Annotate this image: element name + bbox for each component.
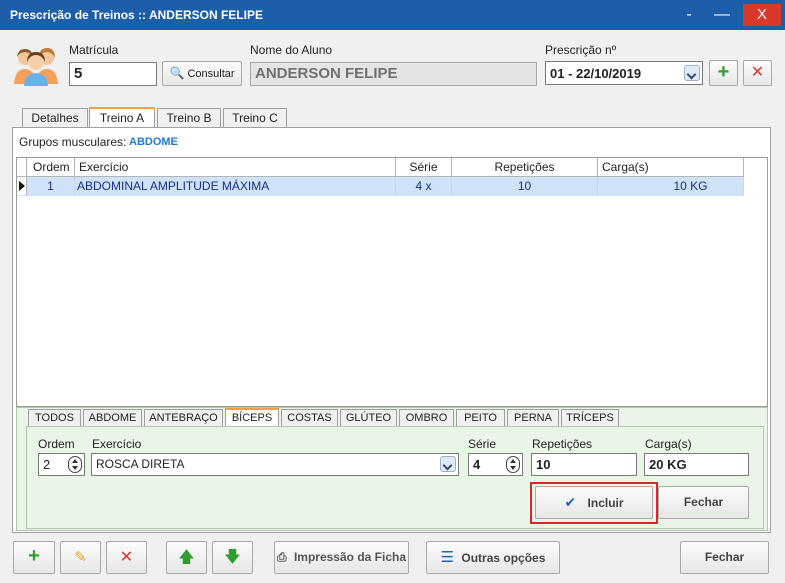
check-icon: ✔: [564, 494, 577, 510]
muscle-tab-biceps[interactable]: BÍCEPS: [225, 408, 279, 427]
search-icon: 🔍: [169, 66, 185, 80]
cell-ordem: 1: [27, 177, 75, 195]
tab-treino-c[interactable]: Treino C: [223, 108, 287, 128]
spin-arrows-icon[interactable]: [68, 456, 82, 473]
prescricao-select[interactable]: 01 - 22/10/2019: [545, 61, 703, 85]
carga-label: Carga(s): [645, 437, 692, 451]
form-fechar-button[interactable]: Fechar: [658, 486, 749, 519]
tab-treino-b[interactable]: Treino B: [157, 108, 221, 128]
title-bar: Prescrição de Treinos :: ANDERSON FELIPE…: [0, 0, 785, 30]
chevron-down-icon: [440, 456, 456, 472]
pencil-icon: ✎: [74, 549, 87, 566]
ordem-value: 2: [43, 457, 51, 472]
cell-repeticoes: 10: [452, 177, 598, 195]
edit-button[interactable]: ✎: [60, 541, 101, 574]
x-icon: ✕: [750, 64, 765, 81]
matricula-input[interactable]: 5: [69, 62, 157, 86]
matricula-label: Matrícula: [69, 43, 119, 57]
row-pointer-icon: [17, 177, 27, 195]
column-header-serie[interactable]: Série: [396, 158, 452, 177]
prescricao-value: 01 - 22/10/2019: [550, 66, 642, 81]
cell-serie: 4 x: [396, 177, 452, 195]
add-prescricao-button[interactable]: +: [709, 60, 738, 86]
exercicio-value: ROSCA DIRETA: [96, 457, 185, 471]
serie-label: Série: [468, 437, 497, 451]
incluir-label: Incluir: [587, 496, 624, 510]
fechar-button[interactable]: Fechar: [680, 541, 769, 574]
column-header-repeticoes[interactable]: Repetições: [452, 158, 598, 177]
delete-prescricao-button[interactable]: ✕: [743, 60, 772, 86]
cell-carga: 10 KG: [598, 177, 744, 195]
outras-label: Outras opções: [461, 551, 546, 565]
add-button[interactable]: +: [13, 541, 55, 574]
x-icon: ✕: [119, 549, 134, 566]
plus-icon: +: [717, 61, 730, 83]
printer-icon: ⎙: [277, 550, 287, 564]
outras-opcoes-button[interactable]: ☰ Outras opções: [426, 541, 560, 574]
plus-icon: +: [28, 545, 40, 567]
muscle-tab-costas[interactable]: COSTAS: [281, 409, 338, 427]
muscle-tab-peito[interactable]: PEITO: [456, 409, 505, 427]
exercicio-label: Exercício: [92, 437, 142, 451]
spin-arrows-icon[interactable]: [506, 456, 520, 473]
arrow-up-icon: 🡅: [178, 549, 195, 566]
column-header-exercicio[interactable]: Exercício: [75, 158, 396, 177]
repeticoes-input[interactable]: 10: [531, 453, 637, 476]
maximize-button[interactable]: —: [705, 4, 739, 26]
delete-button[interactable]: ✕: [106, 541, 147, 574]
window-title: Prescrição de Treinos :: ANDERSON FELIPE: [10, 8, 263, 22]
tab-treino-a[interactable]: Treino A: [89, 107, 155, 129]
column-header-ordem[interactable]: Ordem: [27, 158, 75, 177]
muscle-tab-abdome[interactable]: ABDOME: [83, 409, 142, 427]
prescricao-label: Prescrição nº: [545, 43, 617, 57]
exercicio-select[interactable]: ROSCA DIRETA: [91, 453, 459, 476]
muscle-tab-triceps[interactable]: TRÍCEPS: [561, 409, 619, 427]
grupos-label: Grupos musculares:: [19, 135, 127, 149]
impressao-button[interactable]: ⎙ Impressão da Ficha: [274, 541, 409, 574]
arrow-down-icon: 🡇: [224, 549, 241, 566]
consultar-label: Consultar: [187, 68, 235, 80]
carga-input[interactable]: 20 KG: [644, 453, 749, 476]
move-down-button[interactable]: 🡇: [212, 541, 253, 574]
minimize-button[interactable]: -: [672, 4, 706, 26]
move-up-button[interactable]: 🡅: [166, 541, 207, 574]
table-row[interactable]: 1 ABDOMINAL AMPLITUDE MÁXIMA 4 x 10 10 K…: [17, 177, 744, 196]
muscle-tab-antebraco[interactable]: ANTEBRAÇO: [144, 409, 223, 427]
muscle-tab-todos[interactable]: TODOS: [28, 409, 81, 427]
exercise-grid: Ordem Exercício Série Repetições Carga(s…: [16, 157, 768, 407]
nome-label: Nome do Aluno: [250, 43, 333, 57]
close-window-button[interactable]: X: [743, 4, 781, 26]
muscle-tab-perna[interactable]: PERNA: [507, 409, 559, 427]
menu-icon: ☰: [440, 549, 455, 566]
ordem-label: Ordem: [38, 437, 75, 451]
serie-value: 4: [473, 457, 481, 472]
nome-aluno-field: ANDERSON FELIPE: [250, 62, 537, 86]
chevron-down-icon: [684, 65, 700, 81]
serie-stepper[interactable]: 4: [468, 453, 523, 476]
tab-detalhes[interactable]: Detalhes: [22, 108, 88, 128]
grupos-value: ABDOME: [129, 136, 178, 148]
consultar-button[interactable]: 🔍 Consultar: [162, 61, 242, 86]
muscle-tab-ombro[interactable]: OMBRO: [399, 409, 454, 427]
grid-indicator-header: [17, 158, 27, 177]
repeticoes-label: Repetições: [532, 437, 593, 451]
ordem-stepper[interactable]: 2: [38, 453, 85, 476]
students-avatar-icon: [12, 44, 60, 86]
muscle-tab-gluteo[interactable]: GLÚTEO: [340, 409, 397, 427]
cell-exercicio: ABDOMINAL AMPLITUDE MÁXIMA: [75, 177, 396, 195]
incluir-button[interactable]: ✔ Incluir: [535, 486, 653, 519]
impressao-label: Impressão da Ficha: [293, 550, 406, 564]
column-header-carga[interactable]: Carga(s): [598, 158, 744, 177]
